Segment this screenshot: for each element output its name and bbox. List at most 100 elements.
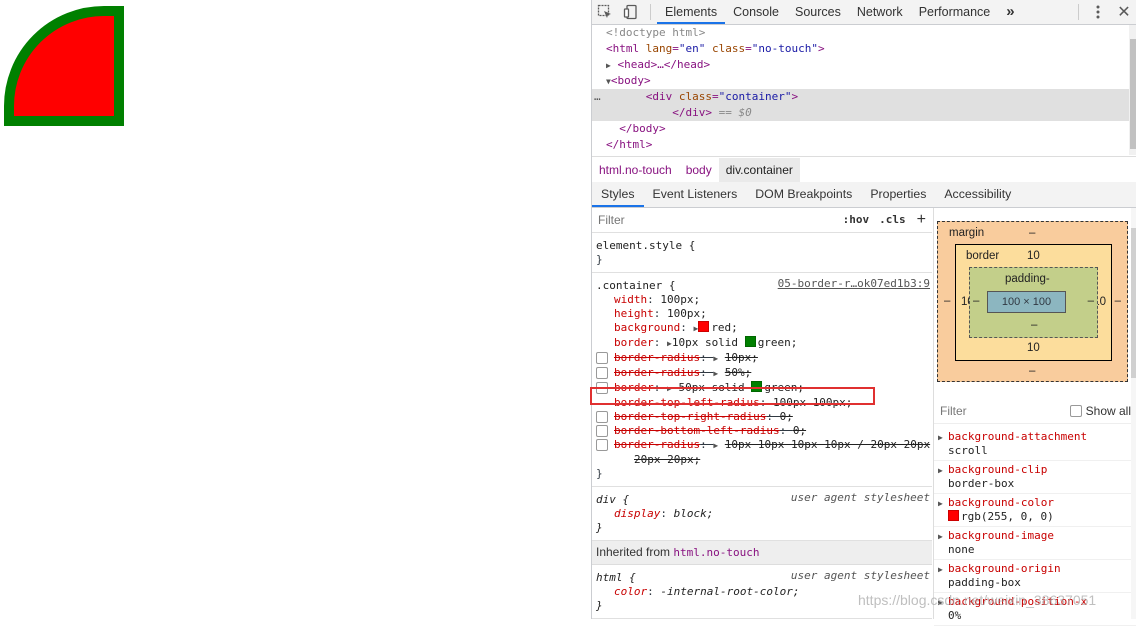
expand-triangle-icon[interactable]: ▶: [938, 530, 943, 544]
computed-property[interactable]: ▶ background-attachment scroll: [934, 428, 1136, 461]
computed-property[interactable]: ▶ background-color rgb(255, 0, 0): [934, 494, 1136, 527]
prop-border-disabled[interactable]: border: ▶ 50px solid green;: [596, 381, 928, 396]
breadcrumb-div-container[interactable]: div.container: [718, 157, 800, 182]
prop-value[interactable]: 0;: [793, 424, 806, 437]
computed-property[interactable]: ▶ background-origin padding-box: [934, 560, 1136, 593]
computed-property[interactable]: ▶ background-clip border-box: [934, 461, 1136, 494]
prop-border-radius-disabled-2[interactable]: border-radius: ▶ 50%;: [596, 366, 928, 381]
color-swatch-green[interactable]: [744, 336, 756, 347]
computed-scrollbar-thumb[interactable]: [1131, 228, 1136, 378]
prop-border-radius-shorthand-disabled[interactable]: border-radius: ▶ 10px 10px 10px 10px / 2…: [596, 438, 930, 453]
expand-triangle-icon[interactable]: ▶: [606, 61, 611, 70]
expand-triangle-icon[interactable]: ▶: [667, 384, 672, 393]
prop-background[interactable]: background: ▶ red;: [596, 321, 928, 336]
element-style-rule[interactable]: element.style { }: [592, 233, 932, 273]
box-model-margin[interactable]: margin – – – – border 10 10 10 10 paddin…: [937, 221, 1128, 382]
dom-line-body-close[interactable]: </body>: [592, 121, 1129, 137]
cls-button[interactable]: .cls: [874, 213, 911, 227]
disable-property-checkbox[interactable]: [596, 411, 608, 423]
prop-value[interactable]: 100px;: [660, 293, 700, 306]
breadcrumb-body[interactable]: body: [679, 158, 719, 182]
color-swatch-green[interactable]: [751, 381, 763, 392]
color-swatch-red[interactable]: [698, 321, 710, 332]
expand-triangle-icon[interactable]: ▶: [713, 354, 718, 363]
border-bottom-value[interactable]: 10: [1027, 342, 1040, 354]
breadcrumb-html[interactable]: html.no-touch: [592, 158, 679, 182]
inherited-from-link[interactable]: html.no-touch: [673, 546, 759, 559]
disable-property-checkbox[interactable]: [596, 352, 608, 364]
prop-width[interactable]: width: 100px;: [596, 293, 928, 307]
dom-scrollbar-thumb[interactable]: [1130, 39, 1136, 149]
box-model-content[interactable]: 100 × 100: [987, 291, 1066, 313]
computed-property[interactable]: ▶ background-image none: [934, 527, 1136, 560]
close-devtools-icon[interactable]: ✕: [1111, 0, 1136, 24]
tab-elements[interactable]: Elements: [657, 0, 726, 24]
dom-line-div-selected[interactable]: … <div class="container">: [592, 89, 1129, 105]
prop-height[interactable]: height: 100px;: [596, 307, 928, 321]
margin-right-value[interactable]: –: [1115, 295, 1121, 307]
inspect-element-icon[interactable]: [592, 0, 618, 24]
tab-styles[interactable]: Styles: [592, 182, 644, 207]
prop-border[interactable]: border: ▶10px solid green;: [596, 336, 928, 351]
dom-scrollbar[interactable]: [1129, 25, 1136, 155]
margin-bottom-value[interactable]: –: [1029, 365, 1035, 377]
tab-performance[interactable]: Performance: [911, 0, 999, 24]
tab-dom-breakpoints[interactable]: DOM Breakpoints: [746, 182, 861, 207]
color-swatch-red[interactable]: [948, 510, 959, 521]
prop-value[interactable]: red;: [711, 321, 738, 334]
dom-line-html[interactable]: <html lang="en" class="no-touch">: [592, 41, 1129, 57]
prop-value[interactable]: 50%;: [725, 366, 752, 379]
prop-value-color[interactable]: green;: [764, 381, 804, 394]
disable-property-checkbox[interactable]: [596, 382, 608, 394]
prop-value[interactable]: 50px solid: [678, 381, 751, 394]
dom-line-body[interactable]: ▼<body>: [592, 73, 1129, 89]
kebab-menu-icon[interactable]: [1085, 0, 1111, 24]
padding-bottom-value[interactable]: –: [1031, 319, 1037, 331]
border-top-value[interactable]: 10: [1027, 250, 1040, 262]
prop-border-top-right-radius-disabled[interactable]: border-top-right-radius: 0;: [596, 410, 928, 424]
styles-filter-input[interactable]: [596, 210, 838, 230]
expand-triangle-icon[interactable]: ▶: [938, 431, 943, 445]
more-tabs-icon[interactable]: »: [998, 0, 1022, 24]
prop-border-bottom-left-radius-disabled[interactable]: border-bottom-left-radius: 0;: [596, 424, 928, 438]
tab-console[interactable]: Console: [725, 0, 787, 24]
expand-triangle-icon[interactable]: ▶: [938, 497, 943, 511]
prop-border-top-left-radius[interactable]: border-top-left-radius: 100px 100px;: [596, 396, 928, 410]
prop-value[interactable]: 100px;: [667, 307, 707, 320]
prop-value[interactable]: 0;: [780, 410, 793, 423]
dom-line-html-close[interactable]: </html>: [592, 137, 1129, 153]
computed-filter-input[interactable]: Filter: [940, 404, 967, 418]
tab-network[interactable]: Network: [849, 0, 911, 24]
prop-border-radius-disabled[interactable]: border-radius: ▶ 10px;: [596, 351, 928, 366]
disable-property-checkbox[interactable]: [596, 425, 608, 437]
device-toolbar-icon[interactable]: [618, 0, 644, 24]
expand-triangle-icon[interactable]: ▶: [713, 369, 718, 378]
disable-property-checkbox[interactable]: [596, 367, 608, 379]
more-actions-dots-icon[interactable]: …: [594, 89, 601, 105]
tab-accessibility[interactable]: Accessibility: [935, 182, 1020, 207]
add-rule-icon[interactable]: +: [911, 212, 932, 228]
prop-value-color[interactable]: green;: [758, 336, 798, 349]
show-all-toggle[interactable]: Show all: [1069, 404, 1131, 418]
dom-line-doctype[interactable]: <!doctype html>: [592, 25, 1129, 41]
box-model-border[interactable]: border 10 10 10 10 padding- – – – 100 × …: [955, 244, 1112, 361]
dom-line-div-close[interactable]: </div> == $0: [592, 105, 1129, 121]
expand-triangle-icon[interactable]: ▶: [713, 441, 718, 450]
show-all-checkbox[interactable]: [1069, 405, 1082, 417]
tab-sources[interactable]: Sources: [787, 0, 849, 24]
tab-properties[interactable]: Properties: [861, 182, 935, 207]
margin-left-value[interactable]: –: [944, 295, 950, 307]
prop-value[interactable]: 10px;: [725, 351, 758, 364]
disable-property-checkbox[interactable]: [596, 439, 608, 451]
prop-value[interactable]: 100px 100px;: [773, 396, 852, 409]
padding-right-value[interactable]: –: [1088, 295, 1094, 307]
computed-scrollbar[interactable]: [1131, 208, 1136, 619]
prop-value[interactable]: 10px 10px 10px 10px / 20px 20px: [725, 438, 930, 451]
prop-value[interactable]: 10px solid: [672, 336, 745, 349]
dom-line-head[interactable]: ▶ <head>…</head>: [592, 57, 1129, 73]
tab-event-listeners[interactable]: Event Listeners: [644, 182, 747, 207]
container-rule[interactable]: 05-border-r…ok07ed1b3:9 .container { wid…: [592, 273, 932, 487]
hov-button[interactable]: :hov: [838, 213, 875, 227]
container-rule-source-link[interactable]: 05-border-r…ok07ed1b3:9: [778, 277, 930, 291]
box-model-padding[interactable]: padding- – – – 100 × 100: [969, 267, 1098, 338]
